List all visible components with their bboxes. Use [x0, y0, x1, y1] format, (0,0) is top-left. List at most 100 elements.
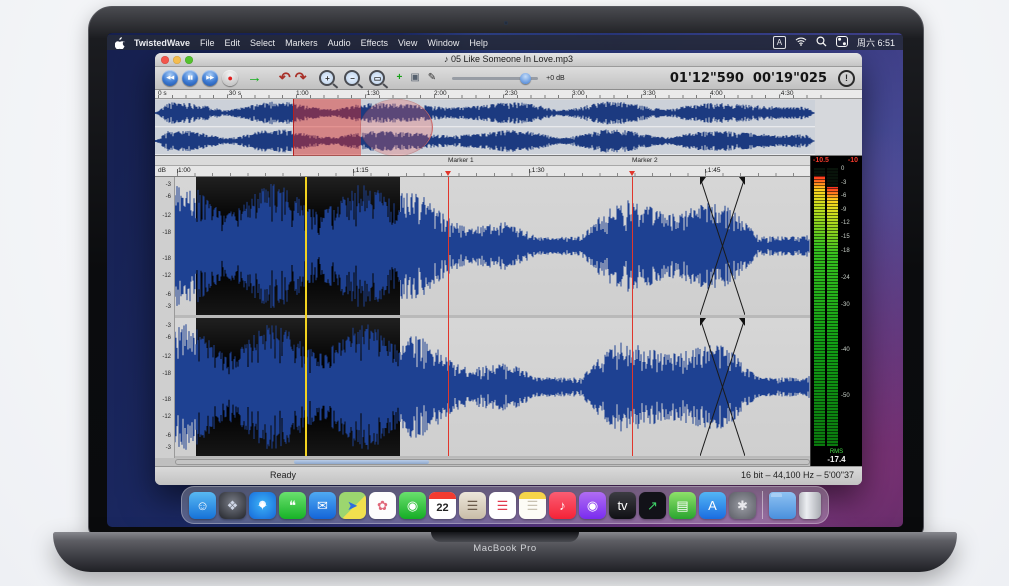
marker-bar[interactable]: Marker 1 Marker 2	[155, 156, 810, 166]
music-icon: ♪	[559, 499, 566, 512]
overview-selection-region[interactable]	[293, 99, 361, 156]
dock-item-trash[interactable]	[799, 492, 821, 519]
playhead-cursor[interactable]	[305, 177, 307, 456]
record-button[interactable]: ●	[222, 70, 238, 86]
minimize-button[interactable]	[173, 56, 181, 64]
channel-left[interactable]	[175, 177, 810, 315]
meter-peak-value: -10.5	[813, 157, 829, 164]
db-scale-label: -3	[166, 323, 171, 329]
menu-clock[interactable]: 周六 6:51	[857, 36, 895, 49]
db-scale-label: -6	[166, 292, 171, 298]
dock-item-system-preferences[interactable]: ✱	[729, 492, 756, 519]
meter-peak-value: -10	[848, 157, 858, 164]
menu-effects[interactable]: Effects	[361, 38, 388, 48]
overview-time-label: ,4:30	[779, 90, 793, 97]
zoom-selection-icon[interactable]: ▭	[369, 70, 385, 86]
undo-icon[interactable]: ↶	[279, 70, 291, 84]
marker-flag-icon[interactable]	[629, 171, 635, 176]
launchpad-icon: ❖	[227, 499, 239, 512]
db-scale-label: -6	[166, 433, 171, 439]
dock-item-contacts[interactable]: ☰	[459, 492, 486, 519]
zoom-out-icon[interactable]: −	[344, 70, 360, 86]
menu-file[interactable]: File	[200, 38, 215, 48]
meter-scale-label: -30	[841, 302, 850, 308]
horizontal-scrollbar[interactable]	[175, 459, 810, 465]
dock-item-app-store[interactable]: A	[699, 492, 726, 519]
editor-ruler[interactable]: dB 1:00,1:15,1:30,1:45	[155, 166, 810, 177]
input-source-icon[interactable]: A	[773, 36, 786, 49]
overview-waves[interactable]	[155, 99, 862, 156]
wifi-icon[interactable]	[795, 37, 807, 48]
dock-item-messages[interactable]: ❝	[279, 492, 306, 519]
overview-visible-region[interactable]	[360, 99, 433, 156]
marker-flag-icon[interactable]	[445, 171, 451, 176]
add-marker-icon[interactable]: +	[396, 73, 402, 83]
menu-audio[interactable]: Audio	[328, 38, 351, 48]
dock-item-stocks[interactable]: ↗	[639, 492, 666, 519]
meter-bar-right	[827, 168, 838, 446]
dock-item-safari[interactable]: ✦	[249, 492, 276, 519]
play-selection-icon[interactable]: →	[247, 69, 262, 86]
gain-slider[interactable]	[452, 77, 538, 80]
overview-strip[interactable]: 0 s,30 s1:00,1:302:00,2:303:00,3:304:00,…	[155, 90, 862, 156]
stocks-icon: ↗	[647, 499, 658, 512]
dock-item-maps[interactable]: ➤	[339, 492, 366, 519]
time-selection-length: 00'19"025	[753, 71, 827, 86]
pencil-tool-icon[interactable]: ✎	[428, 73, 436, 83]
dock-item-mail[interactable]: ✉	[309, 492, 336, 519]
scrollbar-thumb[interactable]	[294, 460, 429, 464]
menu-markers[interactable]: Markers	[285, 38, 318, 48]
zoom-in-icon[interactable]: +	[319, 70, 335, 86]
window-titlebar[interactable]: ♪ 05 Like Someone In Love.mp3	[155, 53, 862, 67]
toolbar: ◀◀ ▮▮ ▶▶ ● → ↶ ↷ + − ▭ + ▣ ✎ +0 dB 01'12…	[155, 67, 862, 90]
apple-menu-icon[interactable]	[115, 37, 125, 49]
grid-tool-icon[interactable]: ▣	[410, 73, 419, 83]
crossfade-overlay-icon[interactable]	[700, 177, 745, 315]
dock-item-reminders[interactable]: ☰	[489, 492, 516, 519]
crossfade-overlay-icon[interactable]	[700, 318, 745, 456]
db-scale-label: -3	[166, 304, 171, 310]
db-gutter: -3-6-12-18-18-12-6-3 -3-6-12-18-18-12-6-…	[155, 177, 175, 458]
db-scale-label: -12	[162, 273, 171, 279]
marker-label[interactable]: Marker 1	[448, 157, 474, 164]
active-app-name[interactable]: TwistedWave	[134, 38, 190, 48]
pause-button[interactable]: ▮▮	[182, 70, 198, 86]
traffic-lights	[161, 56, 193, 64]
db-scale-label: -12	[162, 213, 171, 219]
zoom-window-button[interactable]	[185, 56, 193, 64]
menu-window[interactable]: Window	[427, 38, 459, 48]
search-icon[interactable]	[816, 36, 827, 49]
menu-select[interactable]: Select	[250, 38, 275, 48]
meter-scale-label: -24	[841, 275, 850, 281]
marker-label[interactable]: Marker 2	[632, 157, 658, 164]
close-button[interactable]	[161, 56, 169, 64]
macbook-screen: TwistedWave File Edit Select Markers Audio Ef…	[107, 33, 903, 527]
meter-scale-label: -40	[841, 347, 850, 353]
dock-item-tv[interactable]: tv	[609, 492, 636, 519]
channel-right[interactable]	[175, 318, 810, 456]
dock-item-music[interactable]: ♪	[549, 492, 576, 519]
meter-scale-label: -6	[841, 193, 846, 199]
dock-item-launchpad[interactable]: ❖	[219, 492, 246, 519]
dock-item-downloads-folder[interactable]	[769, 492, 796, 519]
dock-item-numbers[interactable]: ▤	[669, 492, 696, 519]
lid-notch	[431, 532, 579, 542]
dock-item-photos[interactable]: ✿	[369, 492, 396, 519]
dock-item-finder[interactable]: ☺	[189, 492, 216, 519]
alert-button[interactable]: !	[838, 70, 855, 87]
db-scale-left-channel: -3-6-12-18-18-12-6-3	[155, 177, 172, 315]
gain-slider-knob[interactable]	[520, 73, 531, 84]
twistedwave-window: ♪ 05 Like Someone In Love.mp3 ◀◀ ▮▮ ▶▶ ●…	[155, 53, 862, 485]
dock-item-calendar[interactable]: 22	[429, 492, 456, 519]
dock-item-facetime[interactable]: ◉	[399, 492, 426, 519]
photos-icon: ✿	[377, 499, 388, 512]
menu-help[interactable]: Help	[469, 38, 488, 48]
menu-edit[interactable]: Edit	[225, 38, 241, 48]
rewind-button[interactable]: ◀◀	[162, 70, 178, 86]
dock-item-podcasts[interactable]: ◉	[579, 492, 606, 519]
forward-button[interactable]: ▶▶	[202, 70, 218, 86]
dock-item-notes[interactable]: ☰	[519, 492, 546, 519]
menu-view[interactable]: View	[398, 38, 417, 48]
control-center-icon[interactable]	[836, 36, 848, 49]
redo-icon[interactable]: ↷	[295, 70, 307, 84]
